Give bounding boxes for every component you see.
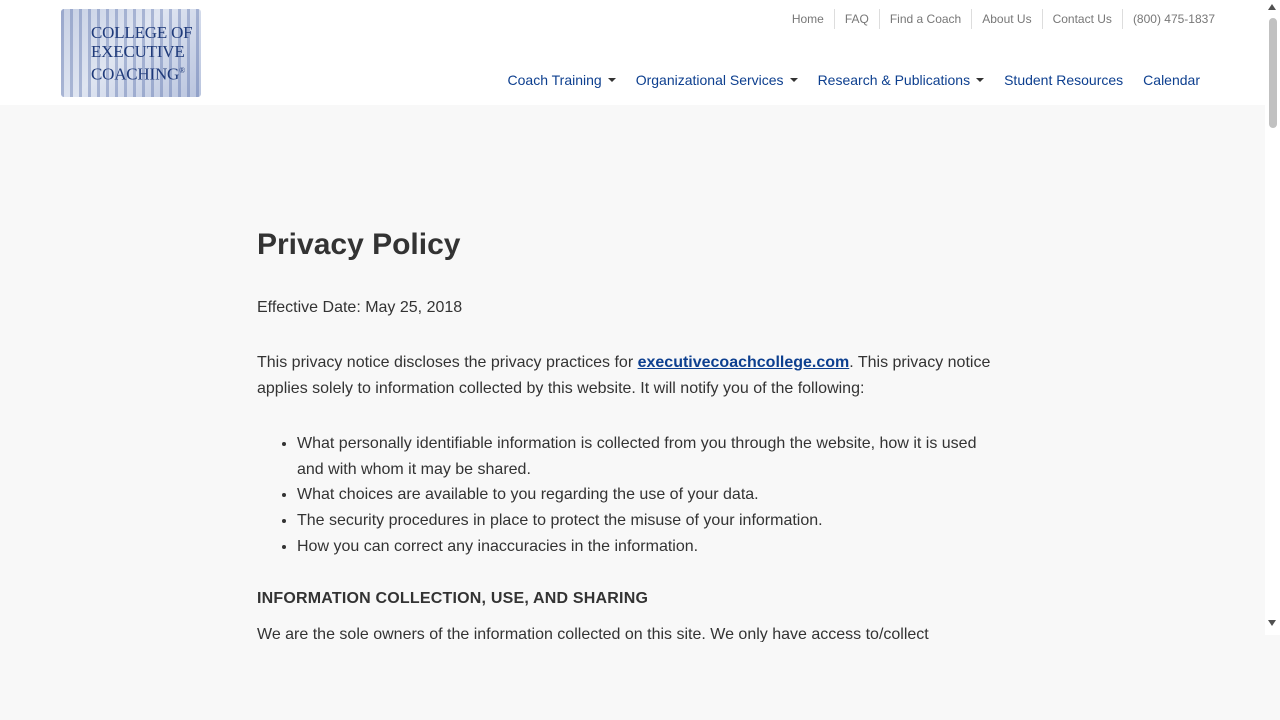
utility-link-faq[interactable]: FAQ <box>833 9 879 29</box>
main-nav: Coach Training Organizational Services R… <box>498 70 1210 90</box>
list-item: What choices are available to you regard… <box>297 482 992 508</box>
intro-text-start: This privacy notice discloses the privac… <box>257 354 638 371</box>
college-logo[interactable]: COLLEGE OF EXECUTIVE COACHING® <box>61 9 201 97</box>
nav-student-resources-label: Student Resources <box>1004 72 1124 88</box>
nav-coach-training[interactable]: Coach Training <box>498 70 626 90</box>
nav-calendar-label: Calendar <box>1143 72 1200 88</box>
utility-link-about-us[interactable]: About Us <box>971 9 1041 29</box>
site-domain-link[interactable]: executivecoachcollege.com <box>638 354 850 371</box>
logo-line-3-text: COACHING <box>91 64 180 84</box>
logo-wordmark: COLLEGE OF EXECUTIVE COACHING® <box>91 23 201 84</box>
caret-down-icon <box>607 78 616 82</box>
caret-down-icon <box>789 78 798 82</box>
utility-link-find-a-coach[interactable]: Find a Coach <box>878 9 971 29</box>
notice-list: What personally identifiable information… <box>257 431 992 560</box>
nav-student-resources[interactable]: Student Resources <box>994 70 1133 90</box>
scrollbar-thumb[interactable] <box>1269 18 1277 128</box>
site-header: COLLEGE OF EXECUTIVE COACHING® Home FAQ … <box>0 0 1265 105</box>
registered-mark: ® <box>179 66 186 75</box>
nav-organizational-services-label: Organizational Services <box>635 72 784 88</box>
nav-research-publications[interactable]: Research & Publications <box>808 70 995 90</box>
utility-link-home[interactable]: Home <box>782 9 834 29</box>
nav-calendar[interactable]: Calendar <box>1133 70 1210 90</box>
nav-organizational-services[interactable]: Organizational Services <box>626 70 808 90</box>
list-item: The security procedures in place to prot… <box>297 508 992 534</box>
utility-link-contact-us[interactable]: Contact Us <box>1041 9 1122 29</box>
logo-line-1: COLLEGE OF <box>91 23 193 42</box>
list-item: How you can correct any inaccuracies in … <box>297 534 992 560</box>
logo-line-2: EXECUTIVE <box>91 42 185 61</box>
section-paragraph: We are the sole owners of the informatio… <box>257 625 929 642</box>
utility-nav: Home FAQ Find a Coach About Us Contact U… <box>782 9 1225 29</box>
nav-coach-training-label: Coach Training <box>507 72 602 88</box>
logo-line-3: COACHING® <box>91 61 201 84</box>
caret-down-icon <box>976 78 985 82</box>
nav-research-publications-label: Research & Publications <box>817 72 971 88</box>
utility-phone-link[interactable]: (800) 475-1837 <box>1121 9 1225 29</box>
page-scrollbar[interactable] <box>1265 0 1280 635</box>
scroll-down-arrow-icon[interactable] <box>1268 620 1276 626</box>
page-title: Privacy Policy <box>257 228 461 261</box>
main-content: Privacy Policy Effective Date: May 25, 2… <box>257 225 992 642</box>
scroll-up-arrow-icon[interactable] <box>1268 4 1276 10</box>
section-heading: INFORMATION COLLECTION, USE, AND SHARING <box>257 589 649 607</box>
list-item: What personally identifiable information… <box>297 431 992 482</box>
intro-paragraph: This privacy notice discloses the privac… <box>257 350 992 402</box>
effective-date: Effective Date: May 25, 2018 <box>257 299 463 316</box>
